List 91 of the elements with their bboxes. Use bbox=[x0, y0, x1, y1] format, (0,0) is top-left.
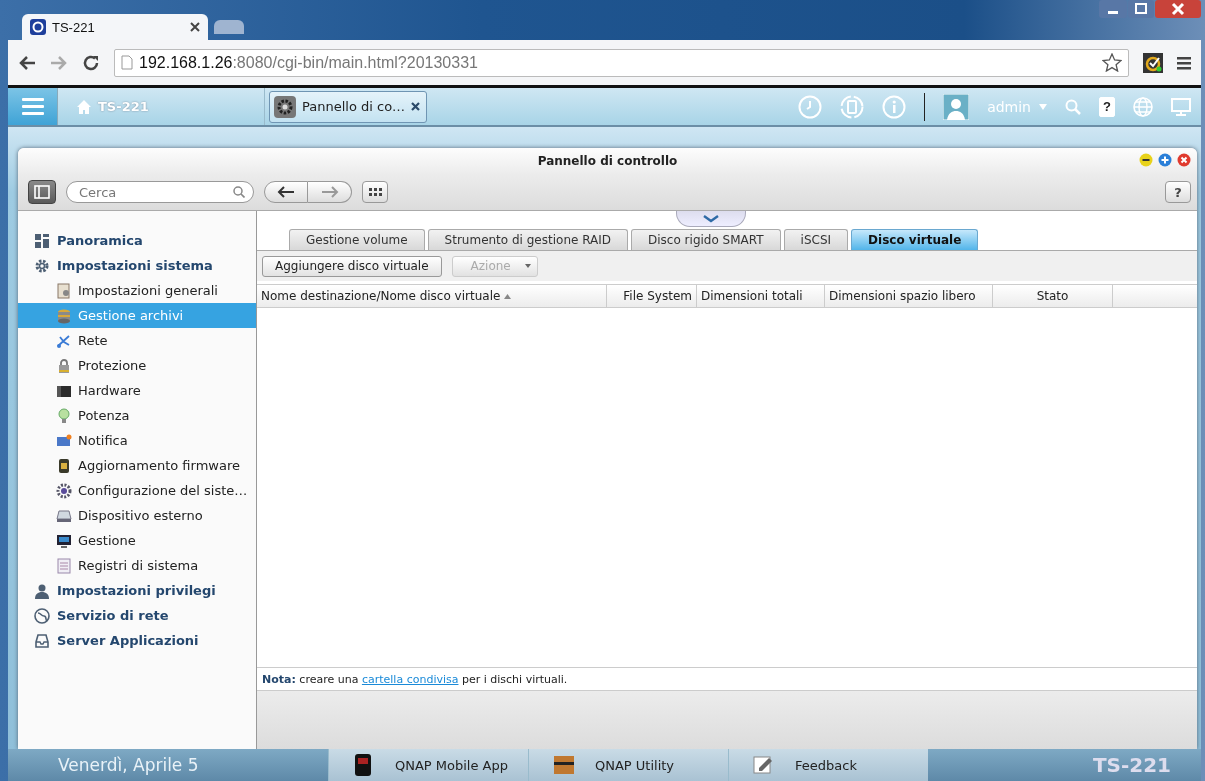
close-icon[interactable] bbox=[190, 22, 200, 32]
gear-icon bbox=[34, 257, 50, 274]
sidebar-item[interactable]: Servizio di rete bbox=[18, 603, 256, 628]
app-logo-icon bbox=[30, 19, 46, 35]
close-icon[interactable] bbox=[411, 102, 421, 111]
user-icon bbox=[34, 582, 50, 599]
gear-icon bbox=[274, 95, 296, 118]
layout-button[interactable] bbox=[28, 180, 56, 204]
maximize-icon[interactable] bbox=[1158, 153, 1172, 167]
browser-tab[interactable] bbox=[214, 20, 244, 34]
search-field[interactable]: Cerca bbox=[66, 181, 254, 203]
sidebar-item[interactable]: Impostazioni generali bbox=[18, 278, 256, 303]
column-header[interactable]: Stato bbox=[993, 285, 1113, 307]
panel-icon bbox=[34, 185, 50, 199]
box-icon bbox=[553, 754, 575, 776]
database-icon bbox=[56, 307, 72, 324]
column-header[interactable]: Dimensioni totali bbox=[697, 285, 825, 307]
dock-item[interactable]: QNAP Utility bbox=[528, 749, 728, 781]
close-icon[interactable] bbox=[1177, 153, 1191, 167]
sidebar-item[interactable]: Impostazioni sistema bbox=[18, 253, 256, 278]
overview-icon bbox=[34, 232, 50, 249]
grid-icon bbox=[368, 188, 382, 196]
firmware-icon bbox=[56, 457, 72, 474]
app-tab[interactable]: Pannello di co… bbox=[269, 90, 428, 123]
apps-button[interactable] bbox=[362, 181, 388, 203]
reload-icon[interactable] bbox=[82, 53, 100, 72]
sidebar-item[interactable]: Rete bbox=[18, 328, 256, 353]
sidebar-item[interactable]: Hardware bbox=[18, 378, 256, 403]
sidebar-item[interactable]: Configurazione del siste… bbox=[18, 478, 256, 503]
tab[interactable]: Strumento di gestione RAID bbox=[427, 229, 629, 250]
caret-icon bbox=[1039, 103, 1047, 110]
close-icon[interactable] bbox=[1155, 0, 1201, 18]
back-icon bbox=[277, 186, 295, 198]
dock-item[interactable]: Feedback bbox=[728, 749, 928, 781]
column-header[interactable]: Dimensioni spazio libero bbox=[825, 285, 993, 307]
collapse-handle[interactable] bbox=[676, 211, 746, 227]
back-button[interactable] bbox=[264, 181, 308, 203]
tray-icon bbox=[34, 632, 50, 649]
brand-label: TS-221 bbox=[1092, 753, 1172, 777]
search-icon[interactable] bbox=[233, 186, 245, 198]
document-icon bbox=[56, 282, 72, 299]
shared-folder-link[interactable]: cartella condivisa bbox=[361, 672, 459, 686]
minimize-icon[interactable] bbox=[1139, 153, 1153, 167]
sidebar-item[interactable]: Impostazioni privilegi bbox=[18, 578, 256, 603]
tab[interactable]: iSCSI bbox=[783, 229, 849, 250]
address-bar[interactable]: 192.168.1.26:8080/cgi-bin/main.html?20130331 bbox=[114, 48, 1129, 77]
lock-icon bbox=[56, 357, 72, 374]
chevron-down-icon bbox=[703, 214, 719, 223]
extension-icon[interactable] bbox=[1143, 52, 1163, 73]
sort-ascending-icon bbox=[504, 293, 512, 299]
notification-icon bbox=[56, 432, 72, 449]
menu-icon bbox=[21, 97, 44, 116]
sidebar-item[interactable]: Registri di sistema bbox=[18, 553, 256, 578]
forward-icon bbox=[320, 186, 339, 198]
sidebar-item[interactable]: Notifica bbox=[18, 428, 256, 453]
sidebar-item[interactable]: Gestione bbox=[18, 528, 256, 553]
tab[interactable]: Disco virtuale bbox=[851, 229, 979, 250]
column-header[interactable]: File System bbox=[607, 285, 697, 307]
help-button[interactable]: ? bbox=[1099, 96, 1115, 117]
star-icon[interactable] bbox=[1102, 53, 1122, 72]
pencil-icon bbox=[753, 754, 775, 776]
monitor-icon bbox=[56, 532, 72, 549]
network-icon bbox=[56, 332, 72, 349]
menu-button[interactable] bbox=[8, 88, 58, 125]
log-icon bbox=[56, 557, 72, 574]
sidebar-item[interactable]: Server Applicazioni bbox=[18, 628, 256, 653]
cog-icon bbox=[56, 482, 72, 499]
back-icon[interactable] bbox=[18, 54, 36, 71]
tab[interactable]: Disco rigido SMART bbox=[631, 229, 781, 250]
note-text: Nota: creare una cartella condivisa per i dischi virtuali. bbox=[257, 667, 1197, 691]
sidebar-item[interactable]: Protezione bbox=[18, 353, 256, 378]
bulb-icon bbox=[56, 407, 72, 424]
caret-icon bbox=[524, 264, 531, 268]
avatar-icon[interactable] bbox=[943, 93, 970, 120]
sidebar-item[interactable]: Aggiornamento firmware bbox=[18, 453, 256, 478]
column-header[interactable]: Nome destinazione/Nome disco virtuale bbox=[257, 285, 607, 307]
maximize-icon[interactable] bbox=[1128, 0, 1154, 18]
globe-icon bbox=[34, 607, 50, 624]
date-label: Venerdì, Aprile 5 bbox=[58, 755, 200, 775]
sidebar-item[interactable]: Dispositivo esterno bbox=[18, 503, 256, 528]
add-button[interactable]: Aggiungere disco virtuale bbox=[262, 255, 442, 277]
tab[interactable]: Gestione volume bbox=[289, 229, 425, 250]
sidebar-item[interactable]: Panoramica bbox=[18, 228, 256, 253]
dock-item[interactable]: QNAP Mobile App bbox=[328, 749, 528, 781]
sidebar-item[interactable]: Potenza bbox=[18, 403, 256, 428]
window-title: Pannello di controllo bbox=[537, 154, 678, 168]
help-button[interactable]: ? bbox=[1165, 181, 1191, 203]
browser-tab[interactable]: TS-221 bbox=[22, 14, 208, 40]
page-icon bbox=[121, 55, 133, 70]
menu-icon[interactable] bbox=[1177, 55, 1191, 70]
drive-icon bbox=[56, 507, 72, 524]
